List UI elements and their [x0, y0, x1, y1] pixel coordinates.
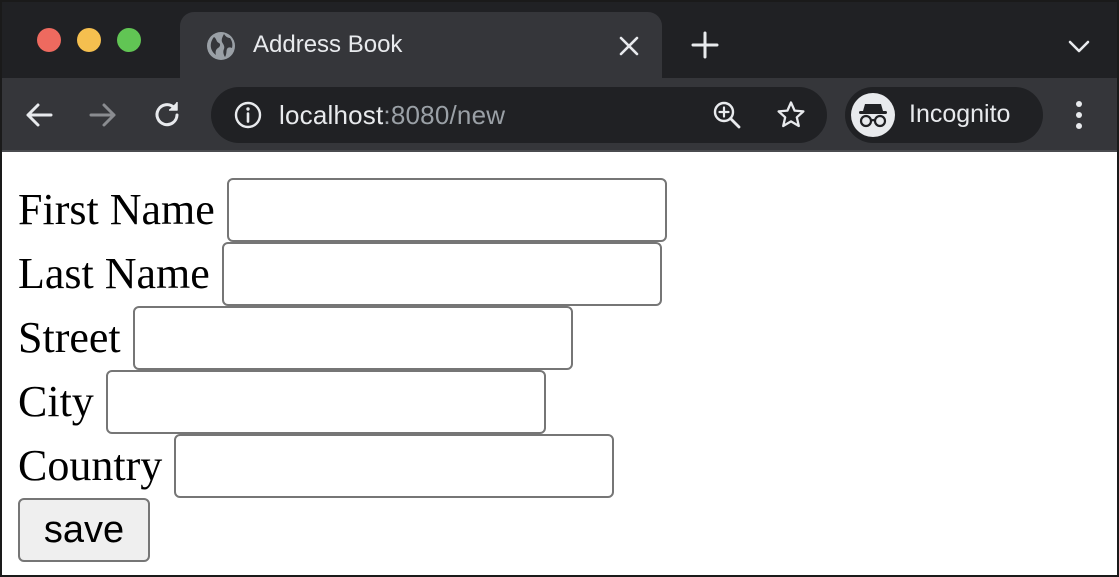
forward-arrow-icon[interactable]: [86, 98, 120, 132]
chevron-down-icon[interactable]: [1064, 34, 1094, 58]
incognito-icon: [851, 93, 895, 137]
window-close-button[interactable]: [37, 28, 61, 52]
address-bar[interactable]: localhost:8080/new: [211, 87, 827, 143]
country-input[interactable]: [174, 434, 615, 498]
first-name-input[interactable]: [226, 178, 667, 242]
globe-icon: [206, 31, 236, 61]
page-content: First Name Last Name Street City Country…: [2, 154, 1117, 575]
country-row: Country: [18, 434, 615, 498]
browser-toolbar: localhost:8080/new Incognito: [2, 78, 1117, 152]
bookmark-star-icon[interactable]: [775, 99, 807, 131]
reload-icon[interactable]: [150, 98, 184, 132]
back-arrow-icon[interactable]: [22, 98, 56, 132]
street-row: Street: [18, 306, 573, 370]
url-path: :8080/new: [383, 100, 506, 130]
window-minimize-button[interactable]: [77, 28, 101, 52]
kebab-menu-icon[interactable]: [1066, 98, 1092, 132]
tab-address-book[interactable]: Address Book: [180, 12, 662, 78]
window-maximize-button[interactable]: [117, 28, 141, 52]
city-row: City: [18, 370, 546, 434]
last-name-row: Last Name: [18, 242, 662, 306]
tab-strip: Address Book: [2, 2, 1117, 78]
url-host: localhost: [279, 100, 384, 130]
last-name-label: Last Name: [18, 249, 210, 298]
tab-close-icon[interactable]: [616, 33, 642, 59]
last-name-input[interactable]: [221, 242, 662, 306]
first-name-label: First Name: [18, 185, 215, 234]
save-button[interactable]: save: [18, 498, 150, 562]
profile-label: Incognito: [909, 100, 1011, 128]
new-tab-plus-icon[interactable]: [690, 30, 720, 60]
street-label: Street: [18, 313, 121, 362]
country-label: Country: [18, 441, 163, 490]
first-name-row: First Name: [18, 178, 667, 242]
url-text[interactable]: localhost:8080/new: [279, 100, 505, 131]
incognito-profile-button[interactable]: Incognito: [845, 87, 1043, 143]
street-input[interactable]: [132, 306, 573, 370]
site-info-icon[interactable]: [233, 100, 263, 130]
city-label: City: [18, 377, 94, 426]
zoom-in-icon[interactable]: [711, 99, 743, 131]
city-input[interactable]: [105, 370, 546, 434]
tab-title: Address Book: [253, 31, 403, 58]
browser-window: Address Book localhost:8080/new Incognit…: [0, 0, 1119, 577]
